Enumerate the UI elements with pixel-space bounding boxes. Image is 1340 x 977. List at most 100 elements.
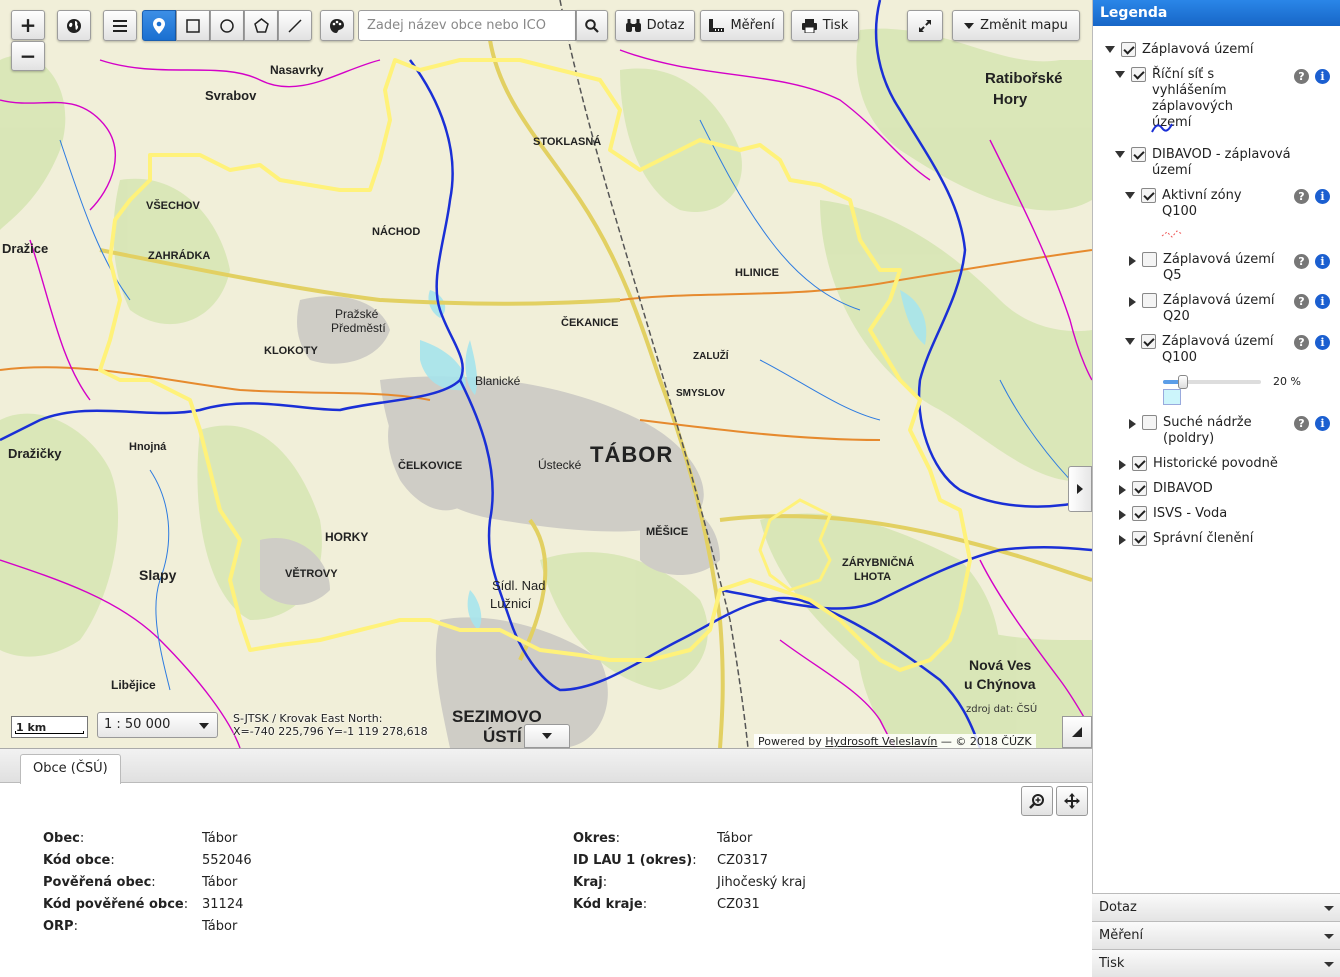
search-input[interactable] — [358, 10, 576, 41]
legend-checkbox[interactable] — [1132, 506, 1147, 521]
help-icon[interactable]: ? — [1294, 416, 1309, 431]
palette-button[interactable] — [320, 10, 354, 41]
field-key: Okres — [573, 831, 616, 846]
legend-checkbox[interactable] — [1131, 67, 1146, 82]
collapse-icon[interactable] — [1115, 71, 1125, 78]
field-value: CZ0317 — [717, 853, 769, 868]
map-label-zaluzi: ZALUŽÍ — [693, 351, 729, 362]
overview-map-button[interactable] — [1062, 716, 1092, 748]
legend-item-suche-nadrze[interactable]: Suché nádrže (poldry) — [1127, 415, 1287, 447]
info-icon[interactable]: i — [1315, 189, 1330, 204]
expand-icon[interactable] — [1129, 419, 1136, 429]
info-icon[interactable]: i — [1315, 294, 1330, 309]
field-label: Kraj: — [573, 875, 608, 890]
measure-button[interactable]: Měření — [700, 10, 784, 41]
legend-item-isvs-voda[interactable]: ISVS - Voda — [1117, 506, 1227, 522]
select-polygon-button[interactable] — [244, 10, 278, 41]
legend-header: Legenda — [1093, 0, 1340, 26]
accordion-print[interactable]: Tisk — [1092, 949, 1340, 977]
select-rectangle-button[interactable] — [176, 10, 210, 41]
toggle-bottom-panel-button[interactable] — [524, 724, 570, 748]
legend-checkbox[interactable] — [1142, 415, 1157, 430]
map-label-sidl-nad: Sídl. Nad — [492, 578, 546, 593]
opacity-slider-handle[interactable] — [1177, 375, 1188, 389]
legend-checkbox[interactable] — [1141, 188, 1156, 203]
coordinates-values: X=-740 225,796 Y=-1 119 278,618 — [233, 725, 428, 738]
select-line-button[interactable] — [278, 10, 312, 41]
toggle-legend-button[interactable] — [1068, 466, 1092, 512]
attribution-link[interactable]: Hydrosoft Veleslavín — [825, 735, 937, 748]
help-icon[interactable]: ? — [1294, 294, 1309, 309]
legend-item-ricni-sit[interactable]: Říční síť s vyhlášením záplavových území — [1115, 67, 1255, 131]
help-icon[interactable]: ? — [1294, 69, 1309, 84]
caret-down-icon — [1324, 906, 1334, 911]
legend-item-q5[interactable]: Záplavová území Q5 — [1127, 252, 1282, 284]
field-label: Pověřená obec: — [43, 875, 156, 890]
help-icon[interactable]: ? — [1294, 189, 1309, 204]
expand-icon[interactable] — [1129, 256, 1136, 266]
legend-item-q20[interactable]: Záplavová území Q20 — [1127, 293, 1282, 325]
collapse-icon[interactable] — [1105, 46, 1115, 53]
legend-checkbox[interactable] — [1132, 531, 1147, 546]
map-label-zarybnicna: ZÁRYBNIČNÁ — [842, 557, 915, 569]
zoom-in-button[interactable]: + — [11, 10, 45, 40]
info-icon[interactable]: i — [1315, 254, 1330, 269]
legend-label: Suché nádrže (poldry) — [1163, 415, 1252, 446]
zoom-out-button[interactable]: − — [11, 41, 45, 71]
legend-item-dibavod[interactable]: DIBAVOD — [1117, 481, 1213, 497]
accordion-measure[interactable]: Měření — [1092, 921, 1340, 949]
legend-checkbox[interactable] — [1132, 456, 1147, 471]
help-icon[interactable]: ? — [1294, 254, 1309, 269]
help-icon[interactable]: ? — [1294, 335, 1309, 350]
legend-checkbox[interactable] — [1131, 147, 1146, 162]
accordion-query[interactable]: Dotaz — [1092, 893, 1340, 921]
change-map-dropdown[interactable]: Změnit mapu — [952, 10, 1080, 41]
query-button[interactable]: Dotaz — [615, 10, 695, 41]
collapse-icon[interactable] — [1125, 192, 1135, 199]
legend-checkbox[interactable] — [1142, 252, 1157, 267]
expand-icon[interactable] — [1119, 485, 1126, 495]
collapse-icon[interactable] — [1125, 338, 1135, 345]
map-viewport[interactable]: TÁBOR SEZIMOVO ÚSTÍ VŠECHOV ZAHRÁDKA NÁC… — [0, 0, 1092, 748]
identify-point-button[interactable] — [142, 10, 176, 41]
map-label-prazske: Pražské — [335, 307, 379, 321]
legend-item-q100[interactable]: Záplavová území Q100 — [1125, 334, 1282, 366]
opacity-slider-track[interactable] — [1163, 375, 1261, 389]
legend-label: DIBAVOD - záplavová území — [1152, 147, 1291, 178]
legend-checkbox[interactable] — [1142, 293, 1157, 308]
info-icon[interactable]: i — [1315, 416, 1330, 431]
scale-select-value: 1 : 50 000 — [104, 717, 171, 732]
legend-item-historicke-povodne[interactable]: Historické povodně — [1117, 456, 1278, 472]
info-icon[interactable]: i — [1315, 335, 1330, 350]
legend-item-aktivni-zony[interactable]: Aktivní zóny Q100 — [1125, 188, 1275, 220]
fullscreen-button[interactable] — [907, 10, 943, 41]
legend-label: Záplavová území Q20 — [1163, 293, 1275, 324]
print-button[interactable]: Tisk — [791, 10, 859, 41]
caret-right-icon — [1077, 484, 1083, 494]
field-key: Kód pověřené obce — [43, 897, 184, 912]
legend-checkbox[interactable] — [1132, 481, 1147, 496]
expand-icon[interactable] — [1119, 460, 1126, 470]
globe-button[interactable] — [57, 10, 91, 41]
expand-icon[interactable] — [1129, 297, 1136, 307]
search-button[interactable] — [576, 10, 608, 41]
legend-checkbox[interactable] — [1121, 42, 1136, 57]
layers-menu-button[interactable] — [103, 10, 137, 41]
zoom-to-feature-button[interactable] — [1021, 786, 1053, 816]
expand-icon[interactable] — [1119, 510, 1126, 520]
legend-item-dibavod-zaplavova[interactable]: DIBAVOD - záplavová území — [1115, 147, 1305, 179]
legend-item-spravni-cleneni[interactable]: Správní členění — [1117, 531, 1253, 547]
pan-to-feature-button[interactable] — [1056, 786, 1088, 816]
search-icon — [585, 18, 599, 33]
map-label-hory: Hory — [993, 91, 1028, 108]
info-icon[interactable]: i — [1315, 69, 1330, 84]
collapse-icon[interactable] — [1115, 151, 1125, 158]
scale-select[interactable]: 1 : 50 000 — [97, 712, 218, 738]
select-circle-button[interactable] — [210, 10, 244, 41]
legend-checkbox[interactable] — [1141, 334, 1156, 349]
legend-item-zaplavova-uzemi[interactable]: Záplavová území — [1105, 42, 1253, 58]
map-label-luznici: Lužnicí — [490, 596, 532, 611]
tab-obce[interactable]: Obce (ČSÚ) — [20, 754, 121, 784]
expand-icon[interactable] — [1119, 535, 1126, 545]
field-label: Obec: — [43, 831, 85, 846]
